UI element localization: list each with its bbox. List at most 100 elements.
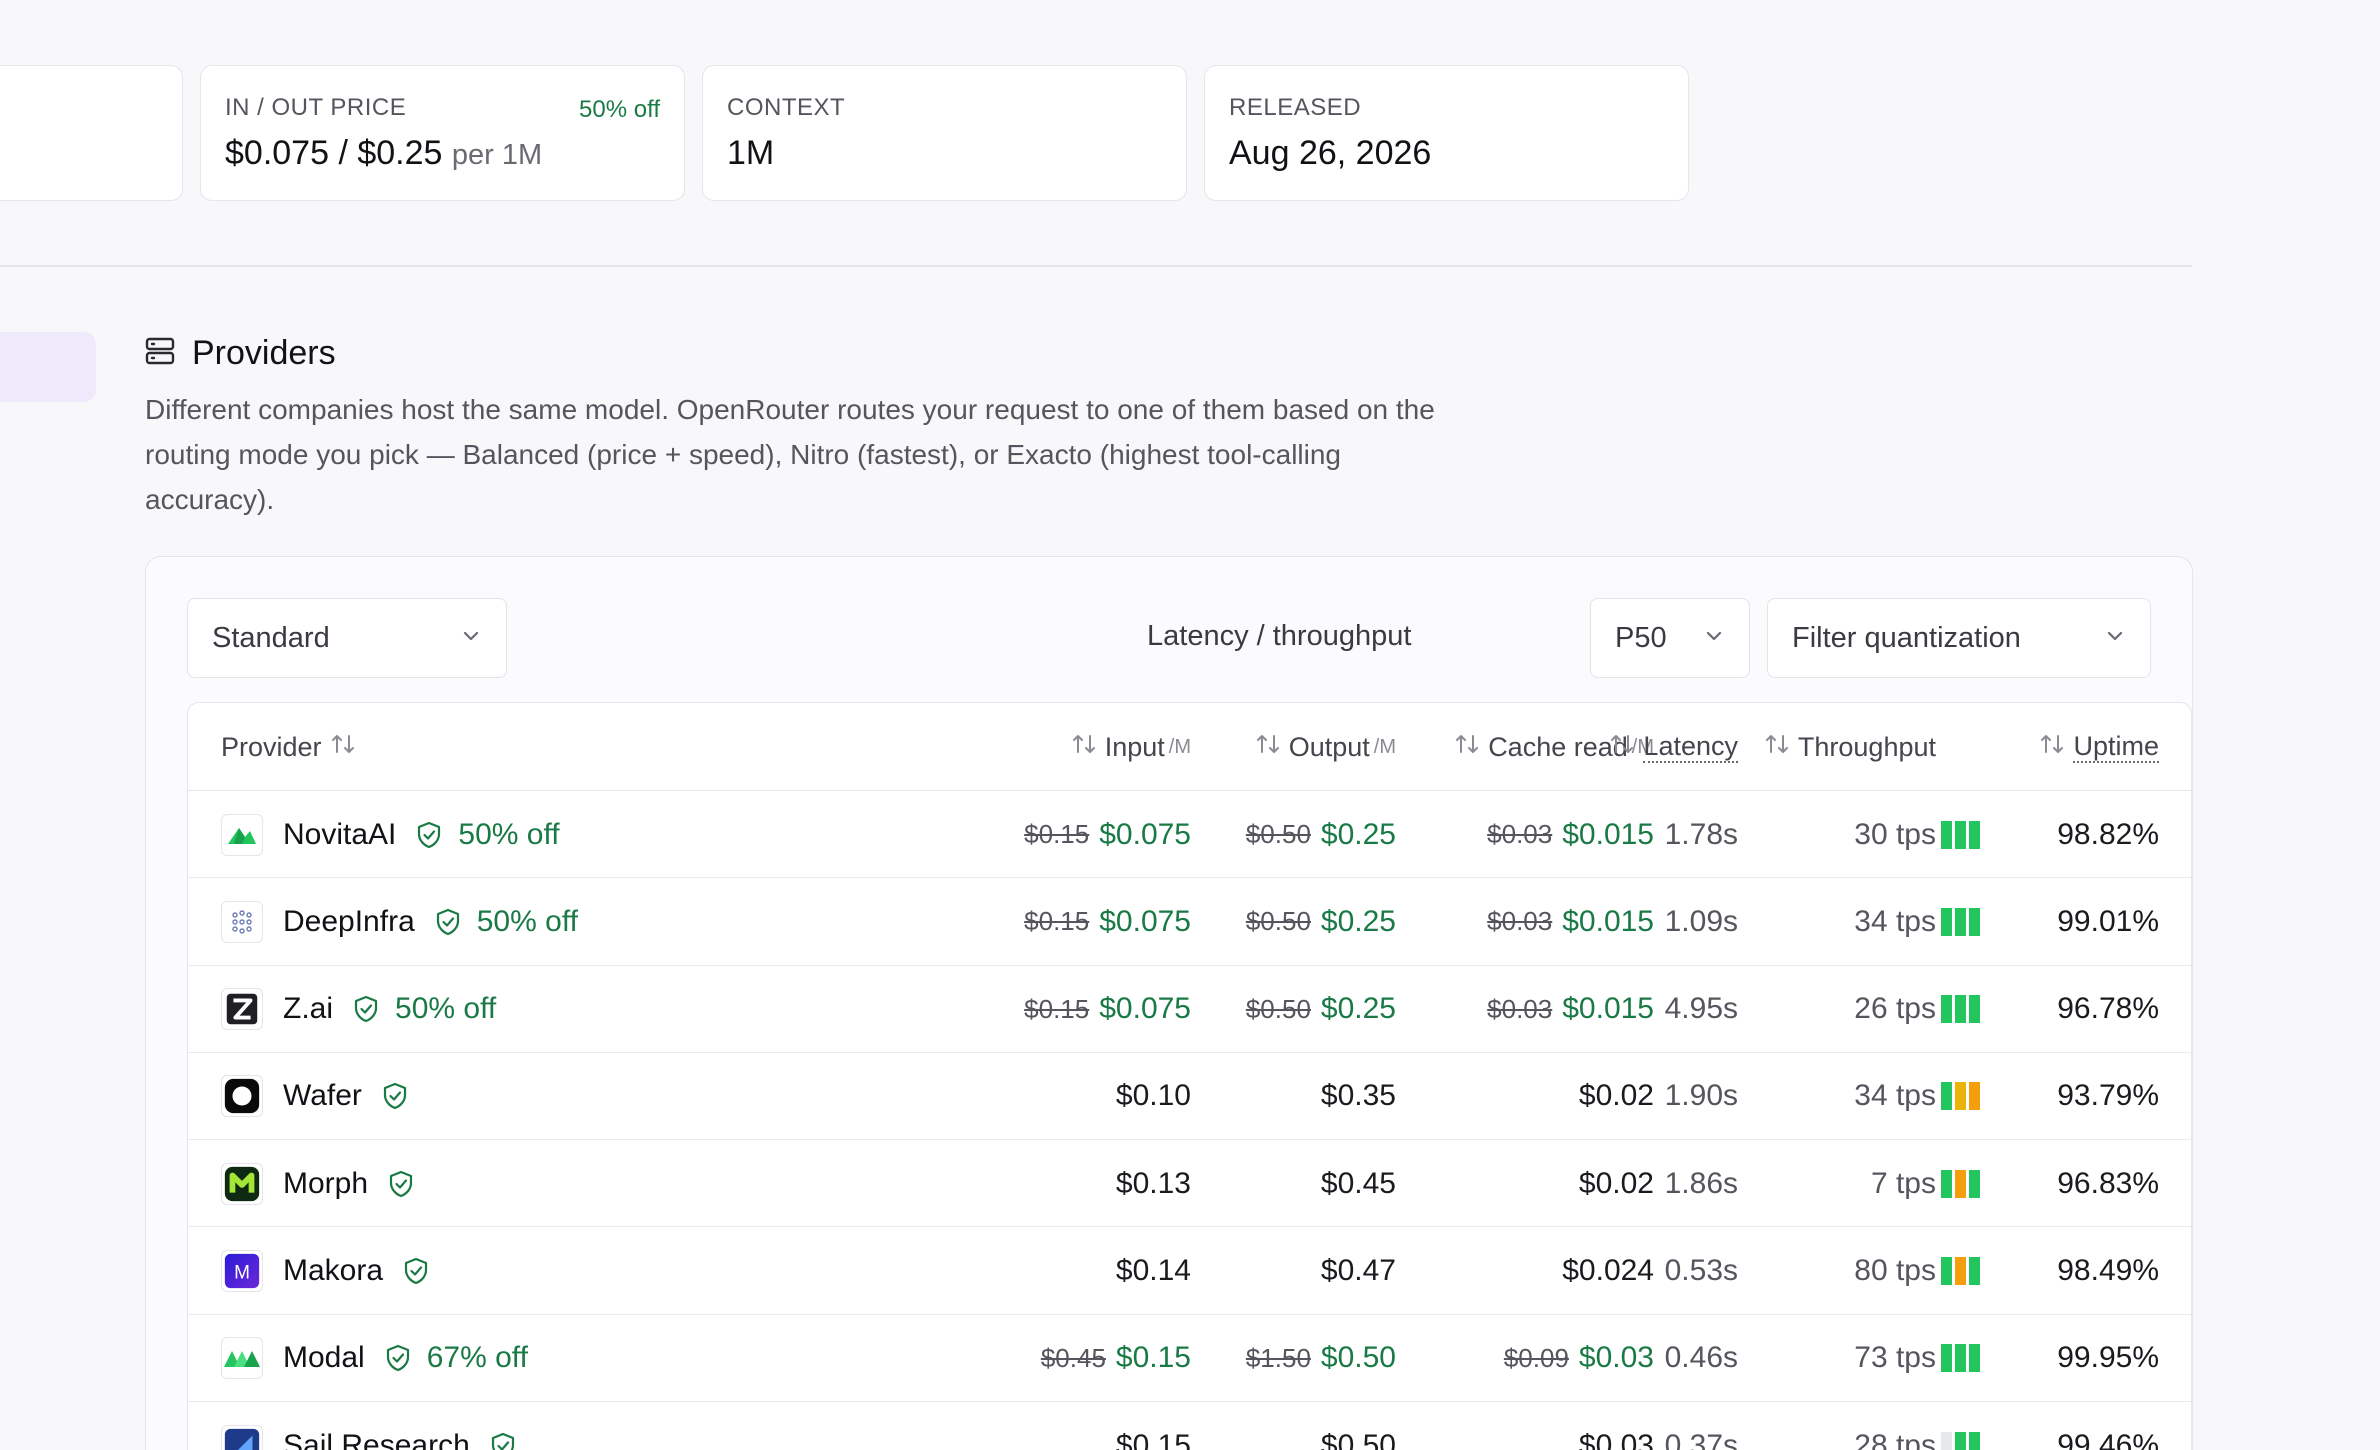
- latency-cell: 4.95s: [1664, 992, 1738, 1026]
- provider-name[interactable]: Modal: [283, 1341, 365, 1375]
- throughput-cell: 34 tps: [1854, 1079, 1936, 1113]
- output-price-cell: $1.50 $0.50: [1246, 1315, 1396, 1402]
- uptime-bar: [1941, 995, 1952, 1024]
- provider-name[interactable]: NovitaAI: [283, 818, 396, 852]
- price-discount-badge: 50% off: [579, 96, 660, 123]
- uptime-bar: [1941, 1256, 1952, 1285]
- sort-icon: [1071, 732, 1097, 763]
- output-price: $0.35: [1320, 1079, 1396, 1113]
- quantization-filter-select[interactable]: Filter quantization: [1767, 598, 2151, 678]
- modal-logo-icon: [221, 1337, 263, 1380]
- input-column-header[interactable]: Input /M: [1063, 703, 1191, 791]
- latency-cell: 0.53s: [1664, 1253, 1738, 1287]
- throughput-cell: 34 tps: [1854, 904, 1936, 938]
- latency-cell: 0.37s: [1664, 1428, 1738, 1450]
- table-row[interactable]: Modal 67% off $0.45 $0.15 $1.50 $0.50 $0.0…: [188, 1315, 2191, 1403]
- cache-read-old-price: $0.03: [1487, 906, 1553, 937]
- chevron-down-icon: [1703, 622, 1725, 655]
- latency-column-header[interactable]: Latency: [1601, 703, 1738, 791]
- discount-badge: 67% off: [426, 1341, 528, 1375]
- uptime-bars: [1941, 1053, 1980, 1140]
- provider-name[interactable]: DeepInfra: [283, 905, 415, 939]
- uptime-bar: [1941, 907, 1952, 936]
- uptime-cell: 99.46%: [2057, 1428, 2159, 1450]
- provider-name[interactable]: Morph: [283, 1167, 368, 1201]
- output-price: $0.50: [1320, 1428, 1396, 1450]
- sidebar-active-tab[interactable]: [0, 332, 96, 402]
- uptime-bar: [1955, 1344, 1966, 1373]
- input-price-cell: $0.10: [1116, 1053, 1191, 1140]
- throughput-cell: 7 tps: [1870, 1166, 1936, 1200]
- cache-read-price-cell: $0.02: [1579, 1053, 1654, 1140]
- throughput-cell: 80 tps: [1854, 1253, 1936, 1287]
- uptime-bar-group: [1941, 995, 1980, 1024]
- zai-logo-icon: [221, 988, 263, 1031]
- uptime-bar-group: [1941, 820, 1980, 849]
- input-old-price: $0.45: [1040, 1342, 1106, 1373]
- latency-throughput-label: Latency / throughput: [1147, 620, 1412, 652]
- table-row[interactable]: Morph $0.13 $0.45 $0.02 1.86s 7 tps 96.8…: [188, 1140, 2191, 1228]
- uptime-bar: [1969, 1431, 1980, 1450]
- uptime-column-header[interactable]: Uptime: [2031, 703, 2159, 791]
- sort-icon: [330, 732, 356, 763]
- discount-badge: 50% off: [458, 817, 560, 851]
- throughput-column-header[interactable]: Throughput: [1756, 703, 1936, 791]
- output-column-header[interactable]: Output /M: [1247, 703, 1396, 791]
- output-price-cell: $0.50: [1321, 1402, 1396, 1450]
- output-price-cell: $0.50 $0.25: [1246, 791, 1396, 878]
- verified-shield-icon: [490, 1432, 516, 1450]
- latency-cell: 1.86s: [1664, 1166, 1738, 1200]
- discount-badge: 50% off: [395, 992, 497, 1026]
- cache-read-old-price: $0.09: [1503, 1342, 1569, 1373]
- uptime-bar: [1969, 907, 1980, 936]
- verified-shield-icon: [435, 908, 461, 936]
- uptime-bars: [1941, 1140, 1980, 1227]
- input-old-price: $0.15: [1024, 819, 1090, 849]
- output-price: $0.25: [1320, 817, 1396, 851]
- table-row[interactable]: NovitaAI 50% off $0.15 $0.075 $0.50 $0.25 …: [188, 791, 2191, 879]
- providers-title: Providers: [192, 334, 336, 372]
- input-price-cell: $0.15 $0.075: [1024, 878, 1191, 965]
- routing-mode-value: Standard: [212, 621, 330, 654]
- table-row[interactable]: Sail Research $0.15 $0.50 $0.03 0.37s 28…: [188, 1402, 2191, 1450]
- providers-table: Provider Input /M Output /M Cache read /…: [187, 702, 2192, 1450]
- verified-shield-icon: [403, 1257, 429, 1285]
- verified-shield-icon: [382, 1082, 408, 1110]
- table-row[interactable]: Wafer $0.10 $0.35 $0.02 1.90s 34 tps 93.…: [188, 1053, 2191, 1141]
- uptime-bars: [1941, 1315, 1980, 1402]
- throughput-cell: 26 tps: [1854, 992, 1936, 1026]
- provider-name[interactable]: Wafer: [283, 1079, 362, 1113]
- provider-name[interactable]: Z.ai: [283, 992, 333, 1026]
- output-old-price: $0.50: [1245, 819, 1311, 849]
- input-price: $0.15: [1115, 1341, 1191, 1375]
- cache-read-price: $0.03: [1578, 1428, 1654, 1450]
- routing-mode-select[interactable]: Standard: [187, 598, 507, 678]
- uptime-bar: [1941, 1344, 1952, 1373]
- cache-read-price-cell: $0.03 $0.015: [1487, 878, 1654, 965]
- table-row[interactable]: Z.ai 50% off $0.15 $0.075 $0.50 $0.25 $0.0…: [188, 966, 2191, 1053]
- uptime-bar: [1955, 907, 1966, 936]
- providers-description: Different companies host the same model.…: [145, 394, 1435, 515]
- provider-name[interactable]: Sail Research: [283, 1429, 470, 1450]
- output-old-price: $0.50: [1245, 906, 1311, 937]
- output-price: $0.45: [1320, 1166, 1396, 1200]
- provider-cell: Sail Research: [221, 1402, 516, 1450]
- uptime-cell: 98.82%: [2057, 817, 2159, 851]
- sort-icon: [1454, 732, 1480, 763]
- uptime-bar: [1955, 1431, 1966, 1450]
- provider-column-header[interactable]: Provider: [221, 703, 364, 791]
- cache-read-price-cell: $0.024: [1562, 1227, 1654, 1314]
- uptime-cell: 93.79%: [2057, 1079, 2159, 1113]
- uptime-bar: [1969, 820, 1980, 849]
- discount-badge: 50% off: [476, 904, 578, 938]
- deepinfra-logo-icon: [221, 900, 263, 943]
- provider-name[interactable]: Makora: [283, 1254, 383, 1288]
- percentile-select[interactable]: P50: [1590, 598, 1750, 678]
- cache-read-price: $0.03: [1578, 1341, 1654, 1375]
- price-stat-value: $0.075 / $0.25 per 1M: [225, 134, 660, 173]
- uptime-bar-group: [1941, 1256, 1980, 1285]
- table-row[interactable]: DeepInfra 50% off $0.15 $0.075 $0.50 $0.25…: [188, 878, 2191, 966]
- uptime-bar: [1969, 1169, 1980, 1198]
- verified-shield-icon: [385, 1344, 411, 1372]
- table-row[interactable]: M Makora $0.14 $0.47 $0.024 0.53s 80 tps…: [188, 1227, 2191, 1315]
